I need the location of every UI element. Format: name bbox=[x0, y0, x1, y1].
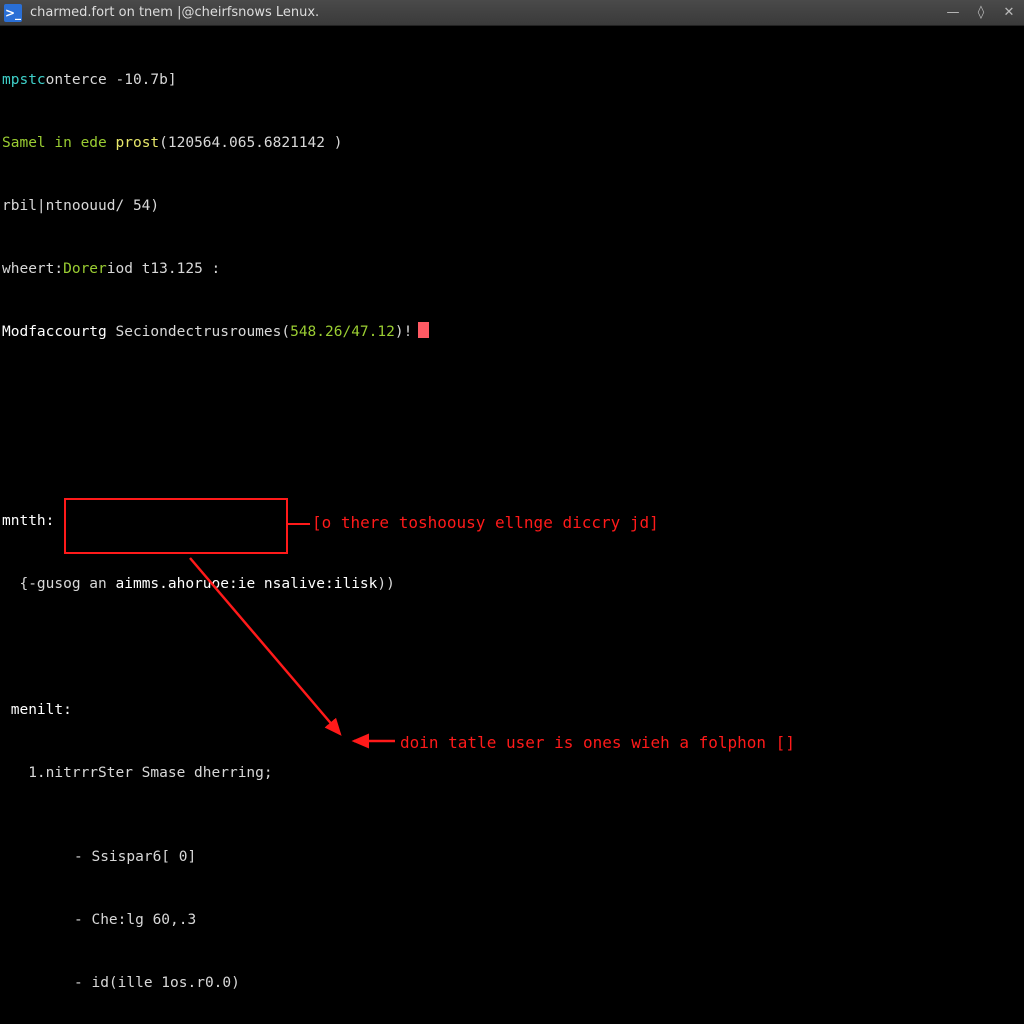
annotation-arrow-2 bbox=[350, 733, 400, 753]
window-titlebar: >_ charmed.fort on tnem |@cheirfsnows Le… bbox=[0, 0, 1024, 26]
term-line: wheert:Doreriod t13.125 : bbox=[2, 259, 1024, 280]
maximize-button[interactable]: ◊ bbox=[970, 3, 992, 23]
term-line: {-gusog an aimms.ahoruoe:ie nsalive:ilis… bbox=[2, 574, 1024, 595]
term-line: mntth: bbox=[2, 511, 1024, 532]
minimize-button[interactable]: — bbox=[942, 3, 964, 23]
term-line: menilt: bbox=[2, 700, 1024, 721]
term-line: 1.nitrrrSter Smase dherring; bbox=[2, 763, 1024, 784]
list-item: Ssispar6[ 0] bbox=[2, 847, 1024, 868]
cursor-icon bbox=[418, 322, 429, 338]
window-title: charmed.fort on tnem |@cheirfsnows Lenux… bbox=[30, 5, 319, 20]
term-line: Samel in ede prost(120564.065.6821142 ) bbox=[2, 133, 1024, 154]
annotation-label-2: doin tatle user is ones wieh a folphon [… bbox=[400, 732, 795, 753]
term-line: mpstconterce -10.7b] bbox=[2, 70, 1024, 91]
term-line: rbil|ntnoouud/ 54) bbox=[2, 196, 1024, 217]
app-icon: >_ bbox=[4, 4, 22, 22]
list-item: id(ille 1os.r0.0) bbox=[2, 973, 1024, 994]
term-line: Modfaccourtg Seciondectrusroumes(548.26/… bbox=[2, 322, 1024, 343]
close-button[interactable]: ✕ bbox=[998, 3, 1020, 23]
list-item: Che:lg 60,.3 bbox=[2, 910, 1024, 931]
terminal-viewport[interactable]: mpstconterce -10.7b] Samel in ede prost(… bbox=[0, 26, 1024, 1024]
